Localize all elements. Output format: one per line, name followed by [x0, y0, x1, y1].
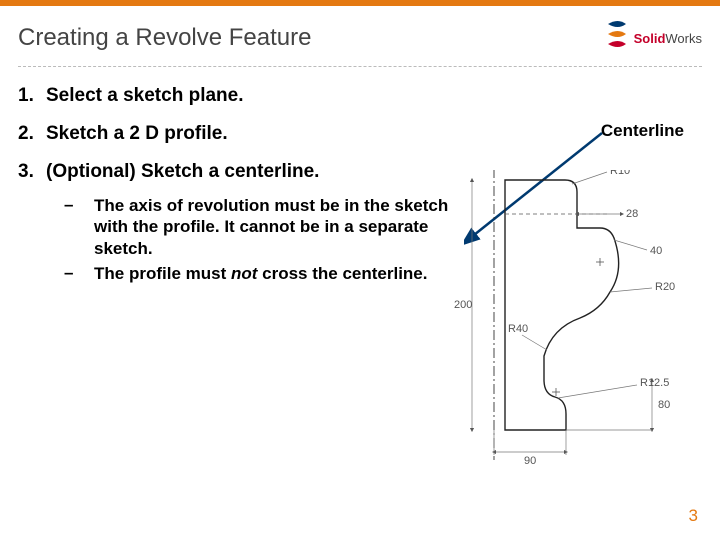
dim-80: 80 [658, 399, 670, 411]
dim-200: 200 [454, 299, 472, 311]
sub-text: The axis of revolution must be in the sk… [94, 195, 454, 259]
step-text: Select a sketch plane. [46, 85, 244, 107]
step-1: 1. Select a sketch plane. [18, 85, 702, 107]
page-title: Creating a Revolve Feature [18, 24, 311, 52]
step-number: 3. [18, 161, 46, 183]
dim-28: 28 [626, 208, 638, 220]
logo-brand-left: Solid [634, 31, 666, 46]
step-text: Sketch a 2 D profile. [46, 123, 228, 145]
dim-90: 90 [524, 455, 536, 467]
bullet-dash: – [64, 195, 94, 259]
header: Creating a Revolve Feature SolidWorks [0, 6, 720, 66]
dim-r40: R40 [508, 323, 528, 335]
solidworks-logo: SolidWorks [604, 20, 702, 56]
step-number: 2. [18, 123, 46, 145]
dim-40: 40 [650, 245, 662, 257]
dim-r10: R10 [610, 170, 630, 177]
sub-text: The profile must not cross the centerlin… [94, 263, 427, 284]
dim-r20: R20 [655, 281, 675, 293]
divider [18, 66, 702, 67]
ds-logo-icon [604, 20, 630, 56]
dim-r125: R12.5 [640, 377, 669, 389]
logo-brand-right: Works [665, 31, 702, 46]
sketch-diagram: R10 28 40 R20 R40 R12.5 80 200 90 [452, 170, 702, 470]
step-text: (Optional) Sketch a centerline. [46, 161, 319, 183]
logo-text: SolidWorks [634, 32, 702, 45]
bullet-dash: – [64, 263, 94, 284]
step-number: 1. [18, 85, 46, 107]
page-number: 3 [689, 506, 698, 526]
